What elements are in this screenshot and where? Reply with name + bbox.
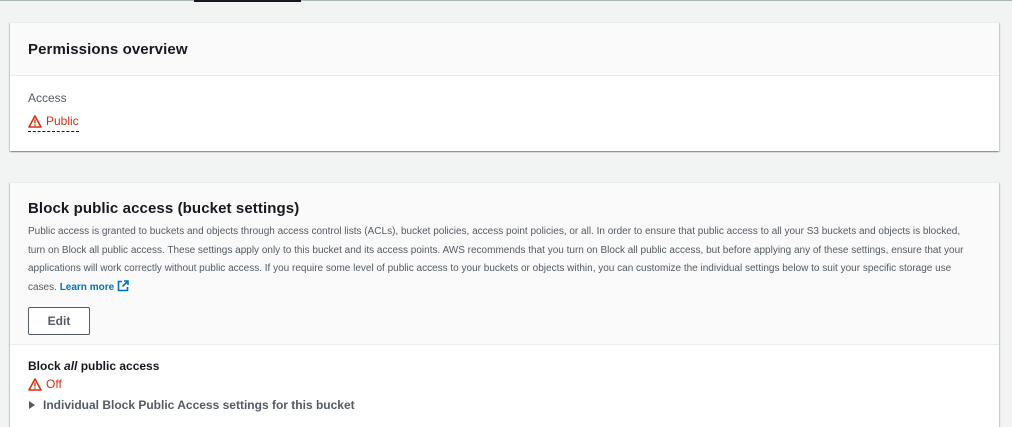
block-public-access-description: Public access is granted to buckets and … [28, 223, 973, 297]
external-link-icon [117, 279, 129, 291]
block-public-access-panel: Block public access (bucket settings) Pu… [10, 182, 999, 427]
block-all-status: Off [28, 377, 981, 391]
block-public-access-body: Block all public access Off Individual B… [10, 345, 999, 426]
access-label: Access [28, 91, 67, 105]
learn-more-link[interactable]: Learn more [59, 279, 129, 293]
label-prefix: Block [28, 359, 65, 373]
edit-button[interactable]: Edit [28, 307, 90, 335]
permissions-overview-body: Access Public [10, 76, 999, 148]
tab-bar-divider [0, 0, 1012, 1]
access-status[interactable]: Public [28, 114, 79, 132]
individual-settings-expander[interactable]: Individual Block Public Access settings … [28, 398, 981, 412]
block-public-access-header: Block public access (bucket settings) Pu… [10, 183, 999, 345]
caret-right-icon [29, 401, 35, 409]
warning-icon [28, 377, 42, 391]
warning-icon [28, 114, 42, 128]
access-status-text: Public [46, 114, 79, 128]
label-suffix: public access [77, 359, 160, 373]
label-emphasis: all [64, 359, 78, 373]
block-public-access-title: Block public access (bucket settings) [28, 200, 300, 217]
active-tab-indicator[interactable] [194, 0, 301, 2]
permissions-overview-title: Permissions overview [28, 40, 188, 58]
learn-more-text: Learn more [59, 281, 115, 293]
permissions-overview-header: Permissions overview [10, 23, 999, 76]
description-text: Public access is granted to buckets and … [28, 226, 964, 293]
block-all-status-text: Off [46, 377, 62, 391]
tab-bar [0, 0, 1012, 2]
permissions-overview-panel: Permissions overview Access Public [10, 22, 999, 151]
block-all-public-access-label: Block all public access [28, 359, 981, 373]
expander-label: Individual Block Public Access settings … [43, 398, 355, 412]
